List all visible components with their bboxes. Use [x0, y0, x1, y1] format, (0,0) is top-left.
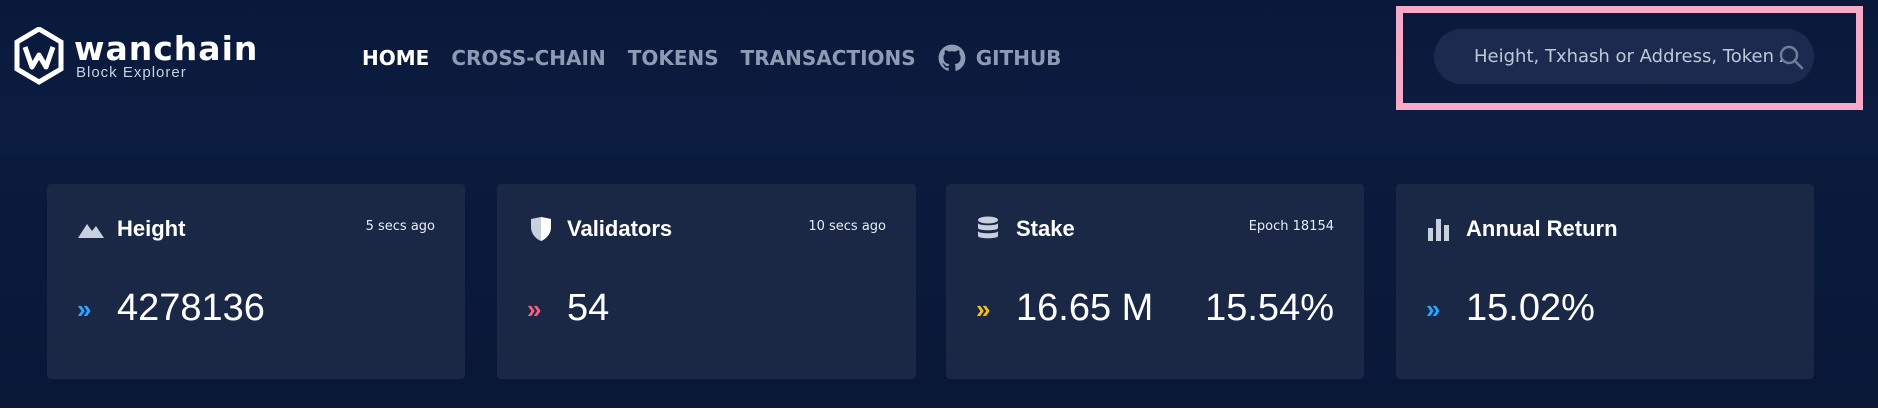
brand-logo[interactable]: wanchain Block Explorer	[14, 27, 258, 85]
stat-card-height: Height 5 secs ago » 4278136	[47, 184, 465, 379]
search-box[interactable]	[1434, 29, 1814, 84]
card-value: 54	[567, 287, 610, 329]
chevron-double-right-icon: »	[1426, 294, 1441, 324]
card-title: Height	[117, 216, 186, 241]
card-epoch: Epoch 18154	[1248, 219, 1334, 234]
nav-home-label: HOME	[362, 46, 430, 70]
card-updated-time: 5 secs ago	[365, 219, 435, 234]
nav-transactions-label: TRANSACTIONS	[740, 46, 916, 70]
nav-github[interactable]: GITHUB	[938, 44, 1062, 72]
app-root: wanchain Block Explorer HOME CROSS-CHAIN…	[0, 0, 1878, 408]
nav-tokens-label: TOKENS	[627, 46, 719, 70]
search-icon[interactable]	[1778, 44, 1804, 70]
wanchain-logo-icon	[14, 27, 64, 85]
card-updated-time: 10 secs ago	[808, 219, 886, 234]
shield-icon	[531, 217, 551, 241]
nav-transactions[interactable]: TRANSACTIONS	[741, 46, 916, 70]
chevron-double-right-icon: »	[527, 294, 542, 324]
card-value: 4278136	[117, 287, 265, 329]
card-title: Validators	[567, 216, 673, 241]
nav-github-label: GITHUB	[975, 46, 1062, 70]
mountain-icon	[78, 224, 104, 238]
card-title: Annual Return	[1466, 216, 1618, 241]
stat-card-stake: Stake Epoch 18154 » 16.65 M 15.54%	[946, 184, 1364, 379]
search-input[interactable]	[1474, 29, 1782, 84]
brand-name: wanchain	[74, 28, 259, 68]
card-secondary-value: 15.54%	[1205, 287, 1334, 329]
header: wanchain Block Explorer HOME CROSS-CHAIN…	[0, 0, 1878, 154]
nav-cross-chain-label: CROSS-CHAIN	[451, 46, 606, 70]
github-icon	[938, 44, 966, 71]
stat-card-annual-return: Annual Return » 15.02%	[1396, 184, 1814, 379]
card-title: Stake	[1016, 216, 1075, 241]
card-value: 16.65 M	[1016, 287, 1154, 329]
database-icon	[978, 216, 998, 239]
nav-tokens[interactable]: TOKENS	[628, 46, 719, 70]
main-nav: HOME CROSS-CHAIN TOKENS TRANSACTIONS GIT…	[362, 44, 1083, 72]
nav-home[interactable]: HOME	[362, 46, 429, 70]
bar-chart-icon	[1428, 219, 1449, 241]
stat-card-validators: Validators 10 secs ago » 54	[497, 184, 916, 379]
card-value: 15.02%	[1466, 287, 1595, 329]
chevron-double-right-icon: »	[976, 294, 991, 324]
nav-cross-chain[interactable]: CROSS-CHAIN	[451, 46, 605, 70]
chevron-double-right-icon: »	[77, 294, 92, 324]
